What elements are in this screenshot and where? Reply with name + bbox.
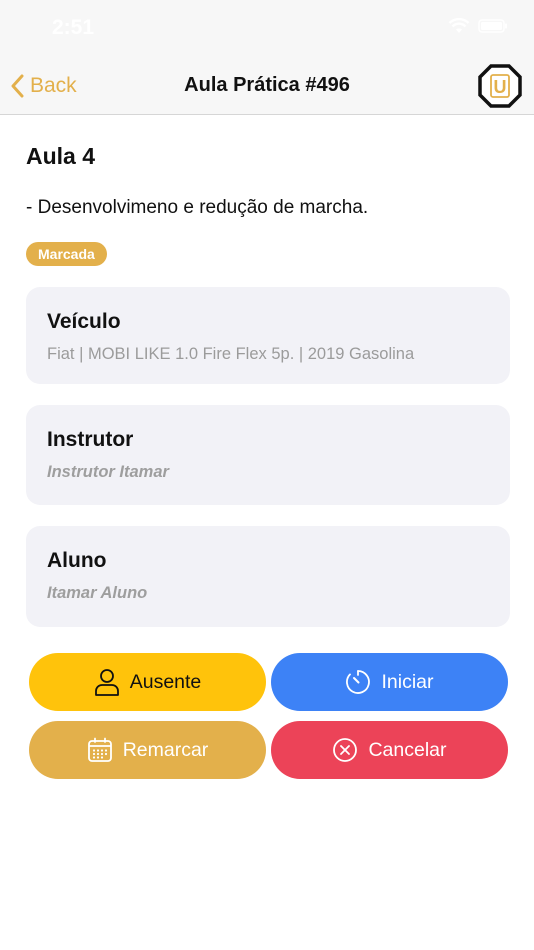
- status-badge: Marcada: [26, 242, 107, 266]
- instructor-card-value: Instrutor Itamar: [47, 463, 169, 481]
- start-button-label: Iniciar: [381, 670, 434, 693]
- timer-icon: [346, 670, 371, 694]
- cancel-button-label: Cancelar: [368, 738, 447, 761]
- navigation-bar: Back Aula Prática #496 U: [0, 58, 534, 115]
- calendar-icon: [87, 737, 112, 762]
- page-title: Aula Prática #496: [184, 74, 350, 96]
- start-button[interactable]: Iniciar: [271, 653, 508, 711]
- person-icon: [94, 669, 119, 696]
- x-circle-icon: [333, 738, 358, 762]
- absent-button[interactable]: Ausente: [29, 653, 266, 711]
- absent-button-label: Ausente: [129, 670, 202, 693]
- battery-icon: [478, 19, 507, 33]
- vehicle-card-title: Veículo: [47, 310, 121, 333]
- student-card-value: Itamar Aluno: [47, 584, 148, 602]
- status-icons: [448, 18, 508, 34]
- lesson-description: - Desenvolvimeno e redução de marcha.: [26, 197, 369, 218]
- logo-letter: U: [494, 77, 507, 97]
- reschedule-button[interactable]: Remarcar: [29, 721, 266, 779]
- vehicle-card-value: Fiat | MOBI LIKE 1.0 Fire Flex 5p. | 201…: [47, 345, 415, 363]
- status-time: 2:51: [52, 16, 95, 39]
- instructor-card-title: Instrutor: [47, 428, 134, 451]
- student-card: Aluno Itamar Aluno: [26, 526, 510, 627]
- reschedule-button-label: Remarcar: [122, 738, 209, 761]
- student-card-title: Aluno: [47, 549, 107, 572]
- status-bar: 2:51: [0, 0, 534, 58]
- vehicle-card: Veículo Fiat | MOBI LIKE 1.0 Fire Flex 5…: [26, 287, 510, 384]
- octagon-u-logo[interactable]: U: [478, 64, 522, 108]
- lesson-title: Aula 4: [26, 143, 96, 169]
- wifi-icon: [448, 18, 470, 33]
- cancel-button[interactable]: Cancelar: [271, 721, 508, 779]
- instructor-card: Instrutor Instrutor Itamar: [26, 405, 510, 505]
